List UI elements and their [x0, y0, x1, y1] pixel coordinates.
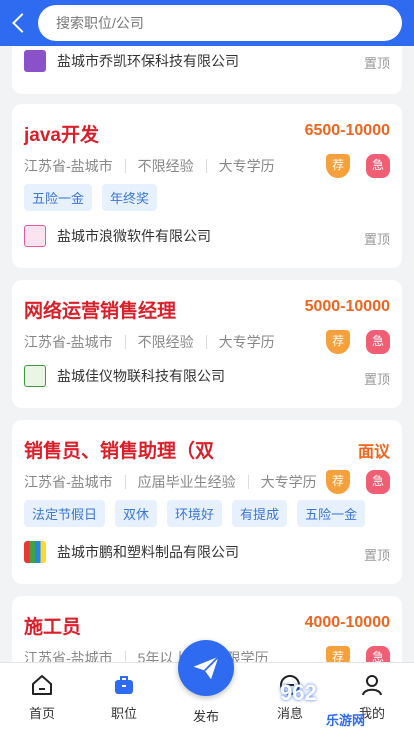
recommend-badge-icon: 荐 — [326, 330, 350, 354]
pinned-label: 置顶 — [363, 232, 390, 247]
job-meta: 江苏省-盐城市 应届毕业生经验 大专学历 — [24, 472, 317, 492]
job-education: 大专学历 — [218, 334, 275, 350]
pinned-label: 置顶 — [363, 56, 390, 71]
back-arrow-icon[interactable] — [8, 10, 30, 36]
job-card[interactable]: 网络运营销售经理 5000-10000 江苏省-盐城市 不限经验 大专学历 荐 急 … — [12, 280, 402, 408]
company-logo — [24, 225, 46, 247]
watermark-sub: 乐游网 — [326, 713, 366, 728]
pinned-label: 置顶 — [363, 372, 390, 387]
benefit-tags: 五险一金 年终奖 — [24, 184, 158, 211]
job-education: 大专学历 — [218, 158, 275, 174]
job-card[interactable]: 销售员、销售助理（双 面议 江苏省-盐城市 应届毕业生经验 大专学历 荐 急 法定节… — [12, 420, 402, 584]
publish-button[interactable] — [178, 640, 234, 696]
job-experience: 不限经验 — [137, 334, 194, 350]
company-row[interactable]: 盐城市浪微软件有限公司 — [24, 225, 211, 247]
job-location: 江苏省-盐城市 — [24, 650, 113, 662]
urgent-badge-icon: 急 — [366, 646, 390, 662]
nav-messages-label: 消息 — [276, 706, 303, 721]
job-salary: 6500-10000 — [304, 122, 390, 139]
nav-publish-label: 发布 — [192, 709, 219, 724]
job-card[interactable]: java开发 6500-10000 江苏省-盐城市 不限经验 大专学历 荐 急 五险… — [12, 104, 402, 268]
job-salary: 5000-10000 — [304, 298, 390, 315]
company-logo — [24, 365, 46, 387]
benefit-tag: 环境好 — [167, 500, 223, 527]
benefit-tag: 五险一金 — [24, 184, 93, 211]
watermark-brand: 962 — [280, 680, 317, 705]
user-icon — [362, 675, 382, 696]
job-location: 江苏省-盐城市 — [24, 474, 113, 490]
company-name: 盐城佳仪物联科技有限公司 — [57, 368, 225, 384]
job-salary: 4000-10000 — [304, 614, 390, 631]
job-salary: 面议 — [357, 444, 390, 461]
paper-plane-icon — [193, 656, 220, 680]
job-title: java开发 — [24, 125, 99, 146]
company-name: 盐城市浪微软件有限公司 — [57, 228, 211, 244]
urgent-badge-icon: 急 — [366, 330, 390, 354]
benefit-tag: 五险一金 — [297, 500, 366, 527]
benefit-tag: 双休 — [115, 500, 158, 527]
recommend-badge-icon: 荐 — [326, 154, 350, 178]
search-input[interactable]: 搜索职位/公司 — [38, 5, 402, 41]
benefit-tag: 年终奖 — [102, 184, 158, 211]
job-title: 施工员 — [24, 617, 82, 638]
urgent-badge-icon: 急 — [366, 154, 390, 178]
job-experience: 不限经验 — [137, 158, 194, 174]
nav-jobs[interactable]: 职位 — [94, 673, 154, 722]
job-location: 江苏省-盐城市 — [24, 158, 113, 174]
benefit-tag: 有提成 — [232, 500, 288, 527]
benefit-tag: 法定节假日 — [24, 500, 106, 527]
recommend-badge-icon: 荐 — [326, 470, 350, 494]
briefcase-icon — [115, 676, 133, 694]
company-name: 盐城市乔凯环保科技有限公司 — [57, 53, 239, 69]
job-education: 大专学历 — [260, 474, 317, 490]
job-experience: 应届毕业生经验 — [137, 474, 236, 490]
job-title: 网络运营销售经理 — [24, 301, 177, 322]
company-row[interactable]: 盐城市鹏和塑料制品有限公司 — [24, 541, 239, 563]
recommend-badge-icon: 荐 — [326, 646, 350, 662]
company-row[interactable]: 盐城市乔凯环保科技有限公司 — [24, 50, 239, 72]
job-list: 盐城市乔凯环保科技有限公司 置顶 java开发 6500-10000 江苏省-盐… — [0, 0, 414, 662]
top-bar: 搜索职位/公司 — [0, 0, 414, 46]
nav-jobs-label: 职位 — [110, 706, 137, 721]
job-title: 销售员、销售助理（双 — [24, 441, 215, 462]
nav-home[interactable]: 首页 — [12, 673, 72, 722]
pinned-label: 置顶 — [363, 548, 390, 563]
company-logo — [24, 50, 46, 72]
urgent-badge-icon: 急 — [366, 470, 390, 494]
company-name: 盐城市鹏和塑料制品有限公司 — [57, 544, 239, 560]
home-icon — [32, 675, 52, 695]
job-meta: 江苏省-盐城市 不限经验 大专学历 — [24, 332, 275, 352]
job-meta: 江苏省-盐城市 不限经验 大专学历 — [24, 156, 275, 176]
company-row[interactable]: 盐城佳仪物联科技有限公司 — [24, 365, 225, 387]
benefit-tags: 法定节假日 双休 环境好 有提成 五险一金 — [24, 500, 366, 527]
job-location: 江苏省-盐城市 — [24, 334, 113, 350]
nav-home-label: 首页 — [28, 706, 55, 721]
company-logo — [24, 541, 46, 563]
